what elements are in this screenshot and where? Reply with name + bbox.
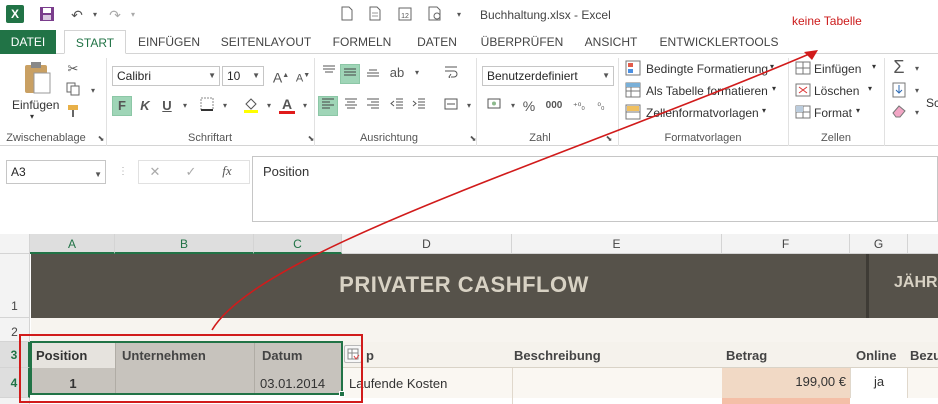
excel-window: X ↶ ▾ ↷ ▾ 12 ▾ Buchhaltung.xlsx - Excel … [0, 0, 938, 404]
annotation-arrow [211, 50, 818, 331]
